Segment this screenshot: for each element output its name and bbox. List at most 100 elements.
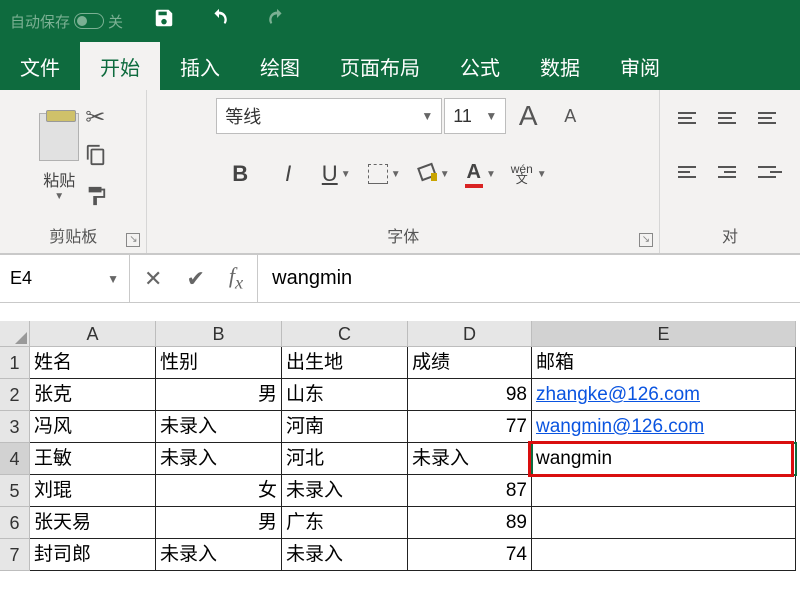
cell[interactable]: 河北: [282, 443, 408, 475]
redo-icon[interactable]: [263, 7, 291, 35]
row-header[interactable]: 2: [0, 379, 30, 411]
col-header-E[interactable]: E: [532, 321, 796, 347]
cell[interactable]: 男: [156, 379, 282, 411]
quick-access-toolbar: 自动保存 关: [0, 0, 800, 42]
cell[interactable]: 广东: [282, 507, 408, 539]
cell[interactable]: 河南: [282, 411, 408, 443]
font-color-button[interactable]: A▼: [456, 154, 504, 194]
cell[interactable]: 王敏: [30, 443, 156, 475]
clipboard-launcher-icon[interactable]: ↘: [126, 233, 140, 247]
align-left-button[interactable]: [672, 154, 708, 190]
tab-home[interactable]: 开始: [80, 42, 160, 90]
italic-button[interactable]: I: [264, 154, 312, 194]
save-icon[interactable]: [153, 7, 175, 35]
cell[interactable]: 74: [408, 539, 532, 571]
row-header[interactable]: 3: [0, 411, 30, 443]
font-name-value: 等线: [225, 103, 261, 129]
row-header[interactable]: 1: [0, 347, 30, 379]
align-bottom-button[interactable]: [752, 100, 788, 136]
tab-file[interactable]: 文件: [0, 42, 80, 90]
group-clipboard-label: 剪贴板: [49, 223, 97, 247]
font-launcher-icon[interactable]: ↘: [639, 233, 653, 247]
cell[interactable]: 出生地: [282, 347, 408, 379]
font-size-value: 11: [453, 106, 472, 127]
align-top-button[interactable]: [672, 100, 708, 136]
cell[interactable]: 成绩: [408, 347, 532, 379]
format-painter-icon[interactable]: [85, 185, 107, 214]
row-header[interactable]: 7: [0, 539, 30, 571]
cell[interactable]: 98: [408, 379, 532, 411]
align-middle-button[interactable]: [712, 100, 748, 136]
tab-page-layout[interactable]: 页面布局: [320, 42, 440, 90]
cell[interactable]: 邮箱: [532, 347, 796, 379]
cell[interactable]: 89: [408, 507, 532, 539]
align-center-button[interactable]: [712, 154, 748, 190]
tab-formulas[interactable]: 公式: [440, 42, 520, 90]
fx-icon[interactable]: fx: [229, 263, 243, 293]
cell[interactable]: wangmin@126.com: [532, 411, 796, 443]
col-header-A[interactable]: A: [30, 321, 156, 347]
cell[interactable]: 性别: [156, 347, 282, 379]
borders-button[interactable]: ▼: [360, 154, 408, 194]
cell[interactable]: [532, 475, 796, 507]
tab-insert[interactable]: 插入: [160, 42, 240, 90]
paste-label: 粘贴: [43, 167, 75, 191]
autosave-toggle[interactable]: 自动保存 关: [10, 11, 123, 32]
cell[interactable]: 封司郎: [30, 539, 156, 571]
cell[interactable]: 未录入: [282, 475, 408, 507]
cell[interactable]: 张克: [30, 379, 156, 411]
phonetic-button[interactable]: wén文 ▼: [504, 154, 552, 194]
cell[interactable]: 男: [156, 507, 282, 539]
cell[interactable]: 女: [156, 475, 282, 507]
name-box[interactable]: E4 ▼: [0, 255, 130, 302]
cell[interactable]: [532, 539, 796, 571]
cell[interactable]: 77: [408, 411, 532, 443]
cell[interactable]: 刘琨: [30, 475, 156, 507]
ribbon: 粘贴 ▼ ✂ 剪贴板 ↘ 等线 ▼: [0, 90, 800, 255]
cut-icon[interactable]: ✂: [85, 103, 107, 132]
cell-active[interactable]: wangmin: [532, 443, 796, 475]
toggle-icon: [74, 13, 104, 29]
copy-icon[interactable]: [85, 144, 107, 173]
chevron-down-icon: ▼: [421, 109, 433, 123]
cell[interactable]: 姓名: [30, 347, 156, 379]
formula-input[interactable]: wangmin: [258, 255, 800, 302]
tab-review[interactable]: 审阅: [600, 42, 680, 90]
phonetic-icon: wén文: [510, 163, 534, 185]
tab-draw[interactable]: 绘图: [240, 42, 320, 90]
undo-icon[interactable]: [205, 7, 233, 35]
col-header-C[interactable]: C: [282, 321, 408, 347]
font-name-dropdown[interactable]: 等线 ▼: [216, 98, 442, 134]
cell[interactable]: 未录入: [156, 443, 282, 475]
decrease-font-icon[interactable]: A: [550, 98, 590, 134]
row-header[interactable]: 4: [0, 443, 30, 475]
fill-color-button[interactable]: ▼: [408, 154, 456, 194]
underline-button[interactable]: U▼: [312, 154, 360, 194]
cell[interactable]: zhangke@126.com: [532, 379, 796, 411]
cell[interactable]: 未录入: [156, 539, 282, 571]
formula-value: wangmin: [272, 267, 352, 290]
font-size-dropdown[interactable]: 11 ▼: [444, 98, 506, 134]
cell[interactable]: 未录入: [408, 443, 532, 475]
row-header[interactable]: 6: [0, 507, 30, 539]
align-right-button[interactable]: [752, 154, 788, 190]
cell[interactable]: 山东: [282, 379, 408, 411]
cell[interactable]: 未录入: [156, 411, 282, 443]
cancel-icon[interactable]: ✕: [144, 266, 162, 292]
cell[interactable]: 87: [408, 475, 532, 507]
col-header-D[interactable]: D: [408, 321, 532, 347]
paste-button[interactable]: 粘贴 ▼: [39, 113, 79, 202]
tab-data[interactable]: 数据: [520, 42, 600, 90]
row-header[interactable]: 5: [0, 475, 30, 507]
cell[interactable]: 冯风: [30, 411, 156, 443]
col-header-B[interactable]: B: [156, 321, 282, 347]
formula-controls: ✕ ✔ fx: [130, 255, 258, 302]
increase-font-icon[interactable]: A: [508, 98, 548, 134]
cell[interactable]: [532, 507, 796, 539]
enter-icon[interactable]: ✔: [186, 266, 204, 292]
bold-button[interactable]: B: [216, 154, 264, 194]
cell[interactable]: 张天易: [30, 507, 156, 539]
cell[interactable]: 未录入: [282, 539, 408, 571]
select-all-corner[interactable]: [0, 321, 30, 347]
sheet-grid[interactable]: A B C D E 1 姓名 性别 出生地 成绩 邮箱 2 张克 男 山东 98…: [0, 321, 800, 571]
